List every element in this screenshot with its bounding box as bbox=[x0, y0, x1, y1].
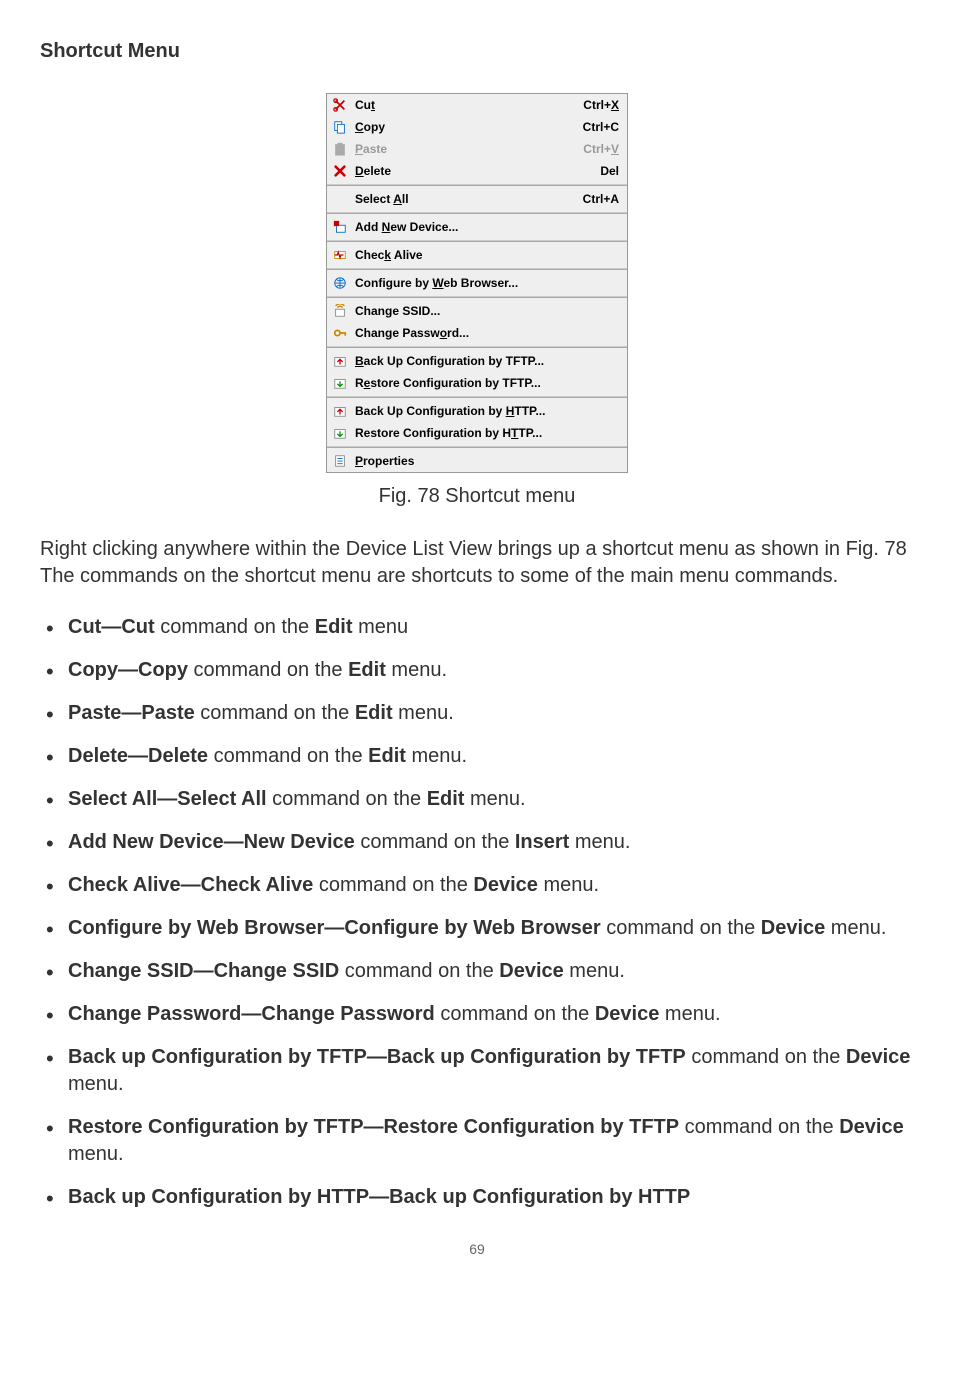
menu-item-label: Add New Device... bbox=[355, 220, 619, 234]
list-item: Cut—Cut command on the Edit menu bbox=[40, 614, 914, 641]
menu-separator bbox=[327, 268, 627, 270]
menu-item[interactable]: Back Up Configuration by TFTP... bbox=[327, 350, 627, 372]
menu-item-label: Copy bbox=[355, 120, 563, 134]
delete-icon bbox=[331, 163, 349, 179]
menu-item[interactable]: Change SSID... bbox=[327, 300, 627, 322]
copy-icon bbox=[331, 119, 349, 135]
password-icon bbox=[331, 325, 349, 341]
command-list: Cut—Cut command on the Edit menu Copy—Cop… bbox=[40, 614, 914, 1211]
menu-item-label: Paste bbox=[355, 142, 563, 156]
list-item: Change Password—Change Password command … bbox=[40, 1001, 914, 1028]
menu-separator bbox=[327, 346, 627, 348]
menu-item: Paste Ctrl+V bbox=[327, 138, 627, 160]
menu-item-shortcut: Del bbox=[600, 164, 619, 178]
menu-separator bbox=[327, 240, 627, 242]
page-number: 69 bbox=[40, 1241, 914, 1257]
list-item: Change SSID—Change SSID command on the D… bbox=[40, 958, 914, 985]
list-item: Add New Device—New Device command on the… bbox=[40, 829, 914, 856]
menu-item-label: Change SSID... bbox=[355, 304, 619, 318]
menu-item-shortcut: Ctrl+C bbox=[583, 120, 619, 134]
menu-separator bbox=[327, 212, 627, 214]
page-title: Shortcut Menu bbox=[40, 40, 914, 63]
menu-item-label: Delete bbox=[355, 164, 580, 178]
intro-paragraph: Right clicking anywhere within the Devic… bbox=[40, 536, 914, 590]
menu-item-label: Restore Configuration by TFTP... bbox=[355, 376, 619, 390]
properties-icon bbox=[331, 453, 349, 469]
menu-item[interactable]: Add New Device... bbox=[327, 216, 627, 238]
scissors-icon bbox=[331, 97, 349, 113]
list-item: Restore Configuration by TFTP—Restore Co… bbox=[40, 1114, 914, 1168]
list-item: Check Alive—Check Alive command on the D… bbox=[40, 872, 914, 899]
list-item: Copy—Copy command on the Edit menu. bbox=[40, 657, 914, 684]
menu-separator bbox=[327, 184, 627, 186]
menu-item[interactable]: Check Alive bbox=[327, 244, 627, 266]
menu-item[interactable]: Copy Ctrl+C bbox=[327, 116, 627, 138]
list-item: Delete—Delete command on the Edit menu. bbox=[40, 743, 914, 770]
menu-item-shortcut: Ctrl+V bbox=[583, 142, 619, 156]
menu-item[interactable]: Configure by Web Browser... bbox=[327, 272, 627, 294]
list-item: Paste—Paste command on the Edit menu. bbox=[40, 700, 914, 727]
menu-item[interactable]: Properties bbox=[327, 450, 627, 472]
menu-separator bbox=[327, 446, 627, 448]
menu-item[interactable]: Select All Ctrl+A bbox=[327, 188, 627, 210]
add-device-icon bbox=[331, 219, 349, 235]
backup-icon bbox=[331, 353, 349, 369]
restore-icon bbox=[331, 375, 349, 391]
list-item: Back up Configuration by HTTP—Back up Co… bbox=[40, 1184, 914, 1211]
context-menu-container: Cut Ctrl+X Copy Ctrl+C Paste Ctrl+VDelete Del S… bbox=[40, 93, 914, 473]
menu-separator bbox=[327, 296, 627, 298]
list-item: Select All—Select All command on the Edi… bbox=[40, 786, 914, 813]
ssid-icon bbox=[331, 303, 349, 319]
check-alive-icon bbox=[331, 247, 349, 263]
menu-item-label: Back Up Configuration by TFTP... bbox=[355, 354, 619, 368]
list-item: Back up Configuration by TFTP—Back up Co… bbox=[40, 1044, 914, 1098]
menu-item-label: Cut bbox=[355, 98, 563, 112]
restore-icon bbox=[331, 425, 349, 441]
menu-item[interactable]: Change Password... bbox=[327, 322, 627, 344]
paste-icon bbox=[331, 141, 349, 157]
menu-item-shortcut: Ctrl+X bbox=[583, 98, 619, 112]
menu-item[interactable]: Restore Configuration by HTTP... bbox=[327, 422, 627, 444]
menu-item-label: Check Alive bbox=[355, 248, 619, 262]
menu-separator bbox=[327, 396, 627, 398]
context-menu: Cut Ctrl+X Copy Ctrl+C Paste Ctrl+VDelete Del S… bbox=[326, 93, 628, 473]
web-icon bbox=[331, 275, 349, 291]
backup-icon bbox=[331, 403, 349, 419]
menu-item-label: Configure by Web Browser... bbox=[355, 276, 619, 290]
figure-caption: Fig. 78 Shortcut menu bbox=[40, 485, 914, 508]
menu-item-label: Restore Configuration by HTTP... bbox=[355, 426, 619, 440]
menu-item-label: Change Password... bbox=[355, 326, 619, 340]
menu-item[interactable]: Restore Configuration by TFTP... bbox=[327, 372, 627, 394]
menu-item-label: Select All bbox=[355, 192, 563, 206]
menu-item-shortcut: Ctrl+A bbox=[583, 192, 619, 206]
menu-item[interactable]: Cut Ctrl+X bbox=[327, 94, 627, 116]
blank-icon bbox=[331, 191, 349, 207]
menu-item[interactable]: Delete Del bbox=[327, 160, 627, 182]
menu-item[interactable]: Back Up Configuration by HTTP... bbox=[327, 400, 627, 422]
menu-item-label: Properties bbox=[355, 454, 619, 468]
list-item: Configure by Web Browser—Configure by We… bbox=[40, 915, 914, 942]
menu-item-label: Back Up Configuration by HTTP... bbox=[355, 404, 619, 418]
